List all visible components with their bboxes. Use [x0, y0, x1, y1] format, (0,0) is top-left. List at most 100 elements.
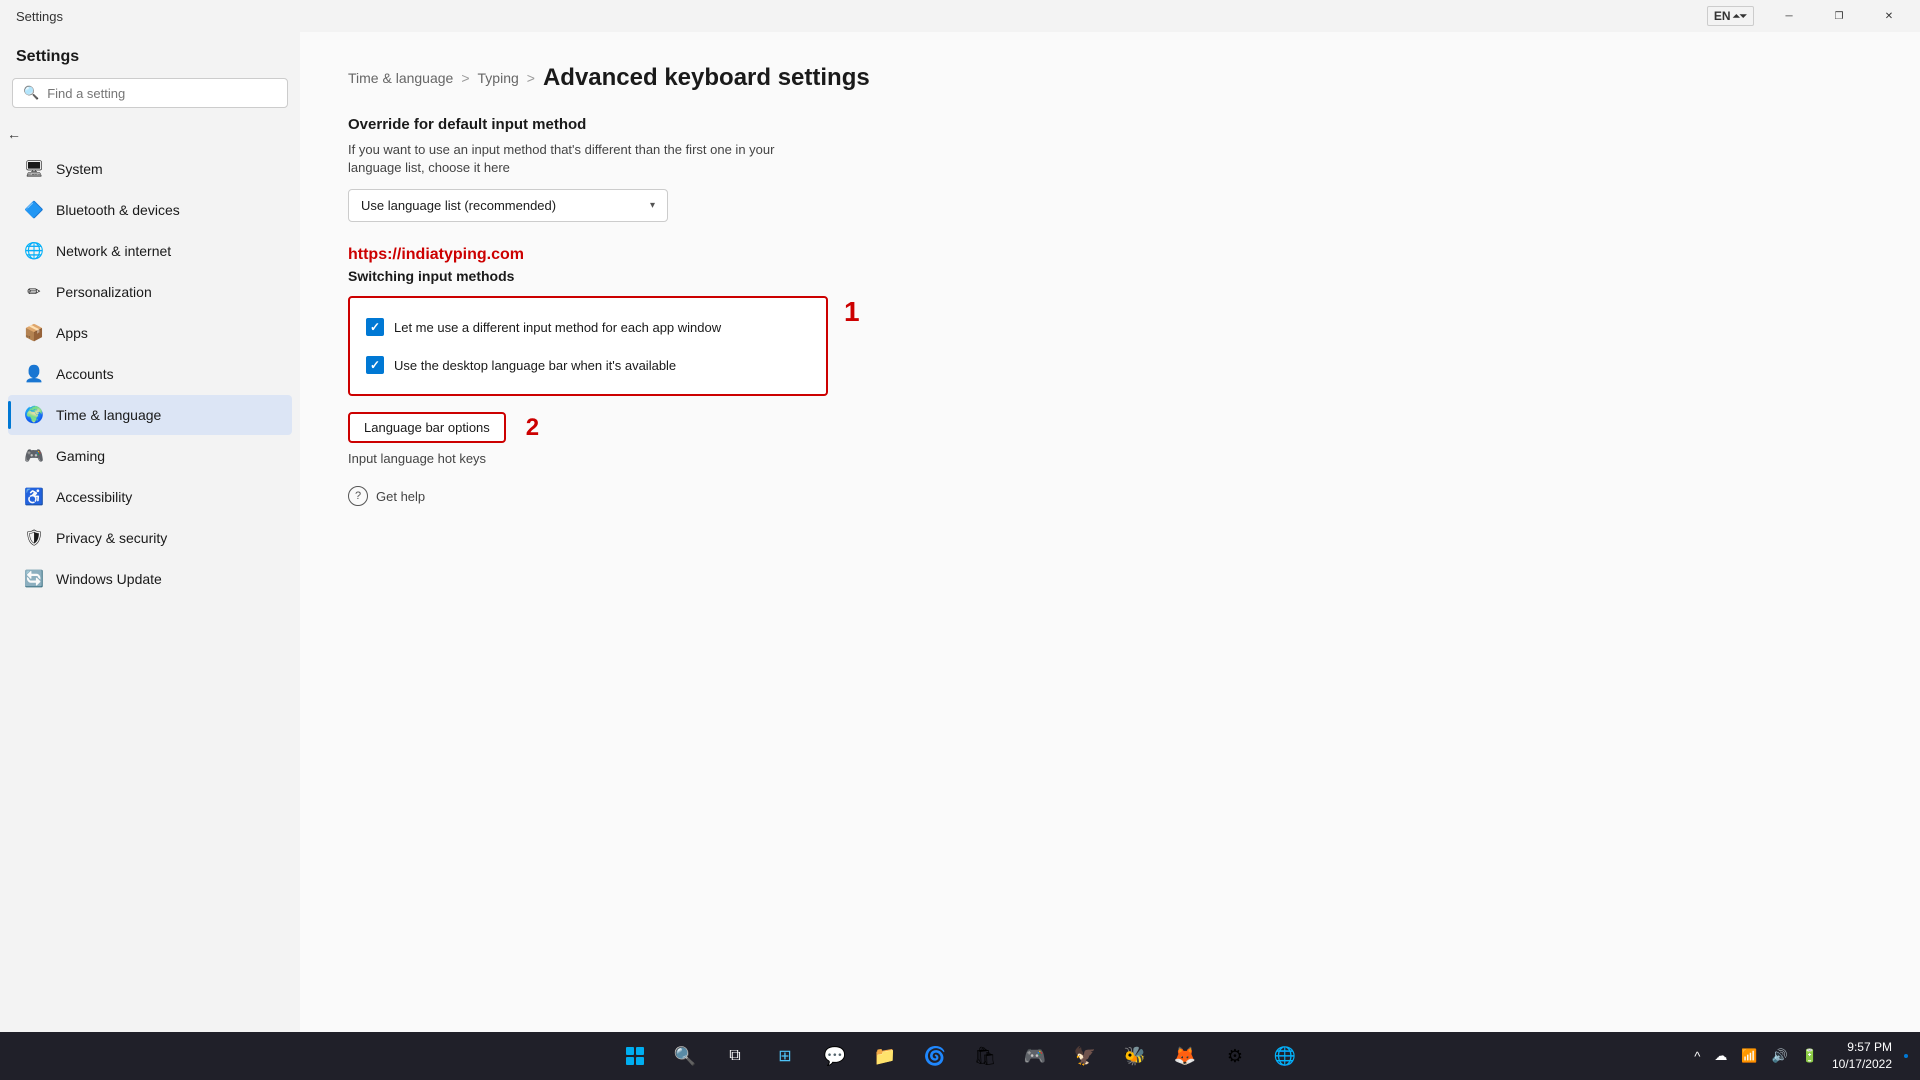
clock-time: 9:57 PM: [1832, 1039, 1892, 1056]
settings-tb-icon: ⚙: [1227, 1046, 1243, 1067]
watermark-url[interactable]: https://indiatyping.com: [348, 246, 1872, 264]
checkbox-item-2[interactable]: ✓ Use the desktop language bar when it's…: [366, 348, 810, 382]
sidebar-item-privacy-security[interactable]: 🛡 Privacy & security: [8, 518, 292, 558]
system-nav-icon: 🖥: [24, 159, 44, 179]
taskbar-taskview-button[interactable]: ⧉: [713, 1034, 757, 1078]
taskbar-search-button[interactable]: 🔍: [663, 1034, 707, 1078]
sidebar-item-system[interactable]: 🖥 System: [8, 149, 292, 189]
annotation-1: 1: [844, 296, 860, 328]
checkbox-item-1[interactable]: ✓ Let me use a different input method fo…: [366, 310, 810, 344]
taskbar-search-icon: 🔍: [674, 1046, 696, 1067]
taskbar-firefox-button[interactable]: 🦊: [1163, 1034, 1207, 1078]
sidebar-item-accessibility[interactable]: ♿ Accessibility: [8, 477, 292, 517]
annotation-2: 2: [526, 414, 539, 442]
breadcrumb-part1[interactable]: Time & language: [348, 70, 453, 86]
taskbar-minecraft-button[interactable]: 🎮: [1013, 1034, 1057, 1078]
settings-title: Settings: [16, 9, 63, 24]
app-body: Settings 🔍 ← 🖥 System 🔷 Bluetooth & devi…: [0, 32, 1920, 1032]
hotkeys-link-text: Input language hot keys: [348, 451, 486, 466]
breadcrumb-part2[interactable]: Typing: [478, 70, 519, 86]
notification-dot[interactable]: [1904, 1054, 1908, 1058]
apps-nav-icon: 📦: [24, 323, 44, 343]
language-bar-options-button[interactable]: Language bar options: [348, 412, 506, 443]
sidebar-item-bluetooth[interactable]: 🔷 Bluetooth & devices: [8, 190, 292, 230]
switching-section-title: Switching input methods: [348, 268, 1872, 284]
accounts-nav-icon: 👤: [24, 364, 44, 384]
lang-bar-row: Language bar options 2: [348, 412, 1872, 443]
override-title: Override for default input method: [348, 116, 1872, 133]
get-help-icon: ?: [348, 486, 368, 506]
accessibility-nav-label: Accessibility: [56, 489, 132, 505]
start-button[interactable]: [613, 1034, 657, 1078]
taskbar-edge-button[interactable]: 🌀: [913, 1034, 957, 1078]
taskbar-chat-button[interactable]: 💬: [813, 1034, 857, 1078]
sidebar-item-accounts[interactable]: 👤 Accounts: [8, 354, 292, 394]
checkbox-1[interactable]: ✓: [366, 318, 384, 336]
taskbar-explorer-button[interactable]: 📁: [863, 1034, 907, 1078]
sidebar-item-network[interactable]: 🌐 Network & internet: [8, 231, 292, 271]
tray-battery-icon[interactable]: 🔋: [1798, 1046, 1822, 1066]
minimize-button[interactable]: ─: [1766, 0, 1812, 32]
taskbar-center-icons: 🔍 ⧉ ⊞ 💬 📁 🌀 🛍 🎮 🦅: [613, 1034, 1307, 1078]
switching-annotation-row: ✓ Let me use a different input method fo…: [348, 296, 1872, 412]
taskbar-clock[interactable]: 9:57 PM 10/17/2022: [1828, 1039, 1896, 1073]
sidebar-item-time-language[interactable]: 🌍 Time & language: [8, 395, 292, 435]
sidebar-search-container[interactable]: 🔍: [12, 78, 288, 108]
taskbar-store-button[interactable]: 🛍: [963, 1034, 1007, 1078]
sidebar-item-apps[interactable]: 📦 Apps: [8, 313, 292, 353]
taskbar-widgets-button[interactable]: ⊞: [763, 1034, 807, 1078]
chat-icon: 💬: [824, 1046, 846, 1067]
minecraft-icon: 🎮: [1024, 1046, 1046, 1067]
windows-update-nav-icon: 🔄: [24, 569, 44, 589]
checkbox-check-1: ✓: [370, 320, 380, 334]
hotkeys-link[interactable]: Input language hot keys: [348, 451, 1872, 466]
titlebar-left: Settings: [8, 9, 63, 24]
personalization-nav-label: Personalization: [56, 284, 152, 300]
restore-button[interactable]: ❐: [1816, 0, 1862, 32]
chrome-icon: 🌐: [1274, 1046, 1296, 1067]
breadcrumb-sep1: >: [461, 70, 469, 86]
search-input[interactable]: [47, 86, 277, 101]
sidebar: Settings 🔍 ← 🖥 System 🔷 Bluetooth & devi…: [0, 32, 300, 1032]
checkbox-group: ✓ Let me use a different input method fo…: [348, 296, 828, 396]
tray-chevron-icon[interactable]: ^: [1690, 1047, 1704, 1066]
gaming-nav-icon: 🎮: [24, 446, 44, 466]
system-tray: ^ ☁ 📶 🔊 🔋 9:57 PM 10/17/2022: [1690, 1039, 1908, 1073]
taskbar: 🔍 ⧉ ⊞ 💬 📁 🌀 🛍 🎮 🦅: [0, 1032, 1920, 1080]
checkbox-check-2: ✓: [370, 358, 380, 372]
main-content: Time & language > Typing > Advanced keyb…: [300, 32, 1920, 1032]
malwarebytes-icon: 🐝: [1124, 1046, 1146, 1067]
back-button[interactable]: ←: [0, 120, 28, 148]
input-method-dropdown[interactable]: Use language list (recommended) ▾: [348, 189, 668, 222]
windows-logo-icon: [626, 1047, 644, 1065]
tray-volume-icon[interactable]: 🔊: [1768, 1046, 1792, 1066]
sidebar-item-gaming[interactable]: 🎮 Gaming: [8, 436, 292, 476]
taskbar-malware-button[interactable]: 🐝: [1113, 1034, 1157, 1078]
time-language-nav-icon: 🌍: [24, 405, 44, 425]
gaming-nav-label: Gaming: [56, 448, 105, 464]
taskbar-chrome-button[interactable]: 🌐: [1263, 1034, 1307, 1078]
taskbar-mail-button[interactable]: 🦅: [1063, 1034, 1107, 1078]
tray-cloud-icon[interactable]: ☁: [1710, 1046, 1731, 1066]
network-nav-icon: 🌐: [24, 241, 44, 261]
edge-icon: 🌀: [924, 1046, 946, 1067]
titlebar-right: EN ⏶⏷ ─ ❐ ✕: [1707, 0, 1912, 32]
personalization-nav-icon: ✏: [24, 282, 44, 302]
privacy-security-nav-label: Privacy & security: [56, 530, 167, 546]
close-button[interactable]: ✕: [1866, 0, 1912, 32]
sidebar-item-personalization[interactable]: ✏ Personalization: [8, 272, 292, 312]
get-help-section[interactable]: ? Get help: [348, 486, 1872, 506]
clock-date: 10/17/2022: [1832, 1056, 1892, 1073]
get-help-label: Get help: [376, 489, 425, 504]
tray-wifi-icon[interactable]: 📶: [1737, 1046, 1761, 1066]
sidebar-item-windows-update[interactable]: 🔄 Windows Update: [8, 559, 292, 599]
bluetooth-nav-label: Bluetooth & devices: [56, 202, 180, 218]
breadcrumb: Time & language > Typing > Advanced keyb…: [348, 64, 1872, 92]
taskbar-settings-button[interactable]: ⚙: [1213, 1034, 1257, 1078]
override-section: Override for default input method If you…: [348, 116, 1872, 222]
taskview-icon: ⧉: [729, 1047, 740, 1065]
language-indicator[interactable]: EN ⏶⏷: [1707, 6, 1754, 26]
search-icon: 🔍: [23, 85, 39, 101]
checkbox-2[interactable]: ✓: [366, 356, 384, 374]
explorer-icon: 📁: [874, 1046, 896, 1067]
